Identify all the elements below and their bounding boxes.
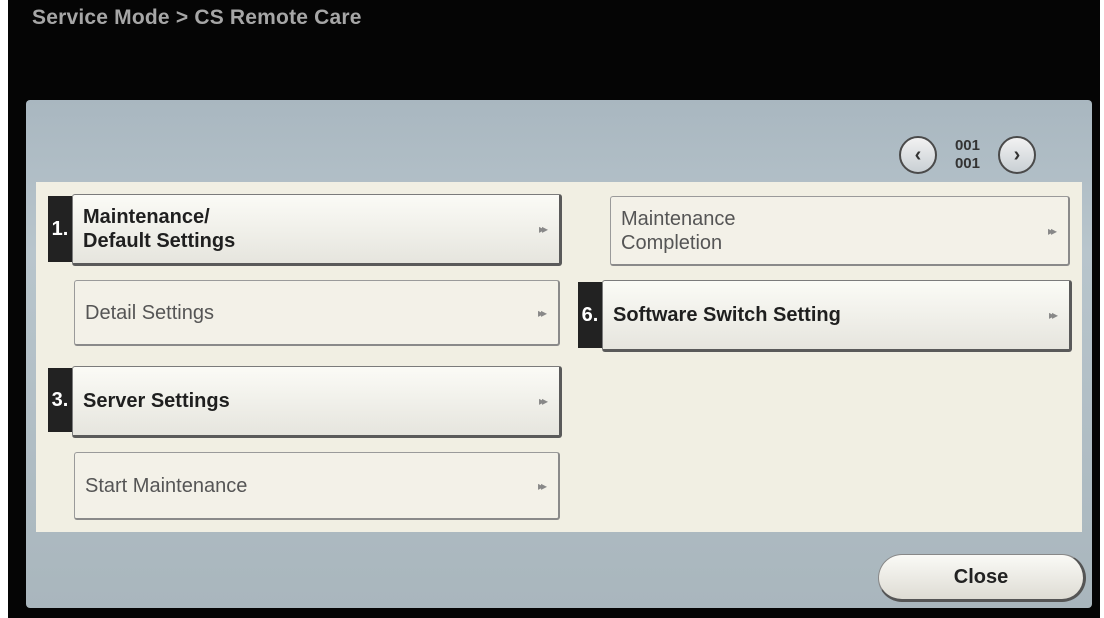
next-page-button[interactable]: ›: [998, 136, 1036, 174]
prev-page-button[interactable]: ‹: [898, 136, 937, 174]
current-page: 001: [954, 137, 980, 154]
maintenance-completion-button[interactable]: Maintenance Completion ▸▸: [610, 196, 1070, 266]
double-chevron-right-icon: ▸▸: [1048, 308, 1058, 322]
breadcrumb: Service Mode > CS Remote Care: [32, 6, 362, 29]
detail-settings-button[interactable]: Detail Settings ▸▸: [74, 280, 560, 346]
chevron-left-icon: ‹: [914, 143, 922, 166]
screen: Service Mode > CS Remote Care ‹ 001 001 …: [8, 0, 1100, 618]
number-tab-1: 1.: [48, 196, 72, 262]
total-pages: 001: [954, 155, 980, 172]
page-counter: 001 001: [955, 137, 980, 173]
button-label-line2: Default Settings: [83, 230, 236, 252]
double-chevron-right-icon: ▸▸: [537, 305, 547, 320]
pager: ‹ 001 001 ›: [898, 136, 1036, 174]
double-chevron-right-icon: ▸▸: [538, 394, 548, 408]
button-label-line2: Completion: [621, 231, 723, 254]
double-chevron-right-icon: ▸▸: [1047, 223, 1057, 238]
close-button[interactable]: Close: [878, 554, 1086, 602]
double-chevron-right-icon: ▸▸: [538, 222, 548, 236]
chevron-right-icon: ›: [1013, 143, 1021, 166]
maintenance-default-settings-button[interactable]: Maintenance/ Default Settings ▸▸: [72, 194, 562, 266]
menu-area: 1. Maintenance/ Default Settings ▸▸ Deta…: [36, 182, 1082, 532]
software-switch-setting-button[interactable]: Software Switch Setting ▸▸: [602, 280, 1072, 352]
button-label-line1: Maintenance/: [83, 206, 210, 228]
double-chevron-right-icon: ▸▸: [537, 478, 547, 493]
server-settings-button[interactable]: Server Settings ▸▸: [72, 366, 562, 438]
start-maintenance-button[interactable]: Start Maintenance ▸▸: [74, 452, 560, 520]
number-tab-6: 6.: [578, 282, 602, 348]
button-label-line1: Maintenance: [621, 207, 736, 230]
number-tab-3: 3.: [48, 368, 72, 432]
main-panel: ‹ 001 001 › 1. Maintenance/ Default Sett…: [26, 100, 1092, 608]
